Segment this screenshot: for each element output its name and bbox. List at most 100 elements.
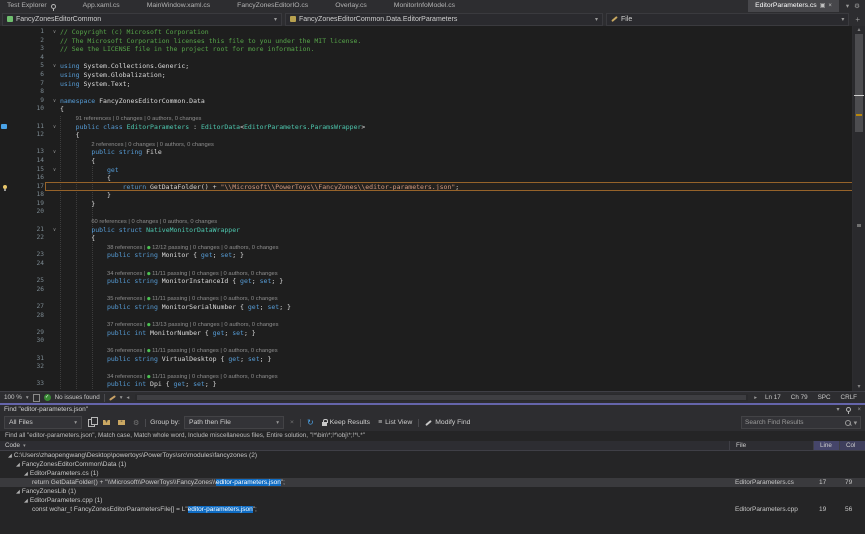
keep-results-button[interactable]: Keep Results [320,419,372,426]
test-marker-icon[interactable] [1,124,7,129]
type-dropdown[interactable]: FancyZonesEditorCommon.Data.EditorParame… [285,13,603,26]
fold-chevron-icon[interactable]: ∨ [49,226,60,235]
scroll-down-icon[interactable]: ▾ [853,383,865,391]
code-text: 60 references | 0 changes | 0 authors, 0… [60,217,853,226]
tree-expand-icon[interactable]: ◢ [24,498,28,504]
result-group-row[interactable]: ◢EditorParameters.cs (1) [0,469,865,478]
tab-test-explorer[interactable]: Test Explorer [0,0,63,12]
column-indicator[interactable]: Ch 79 [791,394,808,401]
spaces-indicator[interactable]: SPC [818,394,831,401]
search-find-results-input[interactable]: Search Find Results ▾ [741,416,861,429]
result-match-row[interactable]: const wchar_t FancyZonesEditorParameters… [0,505,865,514]
column-header-col[interactable]: Col [839,441,865,450]
close-icon[interactable]: × [828,3,832,9]
codelens-row[interactable]: 91 references | 0 changes | 0 authors, 0… [0,114,853,123]
tree-expand-icon[interactable]: ◢ [24,471,28,477]
code-text: public string Monitor { get; set; } [60,251,853,260]
codelens-row[interactable]: 37 references | ● 13/13 passing | 0 chan… [0,320,853,329]
tree-expand-icon[interactable]: ◢ [16,462,20,468]
column-header-line[interactable]: Line [813,441,839,450]
collapse-all-button[interactable]: - [116,420,127,425]
pin-window-icon[interactable] [846,407,851,412]
fold-chevron-icon[interactable]: ∨ [49,97,60,106]
modify-find-button[interactable]: Modify Find [423,419,472,426]
codelens-row[interactable]: 38 references | ● 12/12 passing | 0 chan… [0,243,853,252]
vertical-scrollbar[interactable]: ▴ ▾ [852,26,865,391]
codelens-row[interactable]: 60 references | 0 changes | 0 authors, 0… [0,217,853,226]
copy-results-button[interactable] [86,419,97,427]
issues-status[interactable]: No issues found [55,394,100,401]
line-ending-indicator[interactable]: CRLF [841,394,857,401]
tab-mainwindow-xaml-cs[interactable]: MainWindow.xaml.cs [140,0,217,12]
horizontal-scrollbar-thumb[interactable] [137,395,746,400]
close-window-icon[interactable]: × [857,407,861,413]
window-position-chevron-icon[interactable]: ▾ [836,406,839,413]
fold-chevron-icon[interactable]: ∨ [49,62,60,71]
column-header-file[interactable]: File [729,441,813,450]
scope-dropdown[interactable]: All Files ▾ [4,416,82,429]
tab-editorparameters-cs[interactable]: EditorParameters.cs ▣ × [748,0,839,12]
codelens-row[interactable]: 34 references | ● 11/11 passing | 0 chan… [0,372,853,381]
codelens-row[interactable]: 2 references | 0 changes | 0 authors, 0 … [0,140,853,149]
glyph-margin [0,355,10,364]
code-line-22: 22 { [0,234,853,243]
codelens-row[interactable]: 34 references | ● 11/11 passing | 0 chan… [0,269,853,278]
refresh-button[interactable]: ↻ [305,419,316,427]
document-health-icon[interactable] [33,394,40,402]
code-area[interactable]: 1∨// Copyright (c) Microsoft Corporation… [0,26,853,391]
horizontal-scrollbar[interactable] [135,394,748,401]
fold-chevron-icon[interactable]: ∨ [49,123,60,132]
tree-expand-icon[interactable]: ◢ [8,453,12,459]
chevron-down-icon[interactable]: ▾ [854,419,857,427]
tab-monitorinfomodel-cs[interactable]: MonitorInfoModel.cs [387,0,462,12]
result-file [729,451,813,460]
zoom-chevron-icon[interactable]: ▾ [26,395,29,401]
section-label: Code [5,442,20,449]
tab-overlay-cs[interactable]: Overlay.cs [328,0,374,12]
line-number: 4 [10,54,49,63]
scroll-up-icon[interactable]: ▴ [853,26,865,34]
result-group-row[interactable]: ◢EditorParameters.cpp (1) [0,496,865,505]
tab-fancyzoneseditorio-cs[interactable]: FancyZonesEditorIO.cs [230,0,315,12]
result-group-row[interactable]: ◢FancyZonesEditorCommon\Data (1) [0,460,865,469]
cleanup-chevron-icon[interactable]: ▾ [120,395,123,401]
line-number: 18 [10,191,49,200]
pin-icon[interactable] [51,4,56,9]
result-line [813,451,839,460]
scrollbar-thumb[interactable] [855,34,863,132]
lightbulb-icon[interactable] [3,185,7,189]
fold-chevron-icon[interactable]: ∨ [49,166,60,175]
tab-app-xaml-cs[interactable]: App.xaml.cs [76,0,127,12]
result-group-row[interactable]: ◢C:\Users\zhaopengwang\Desktop\powertoys… [0,451,865,460]
fold-chevron-icon[interactable]: ∨ [49,28,60,37]
member-dropdown[interactable]: File ▾ [606,13,849,26]
codelens-row[interactable]: 35 references | ● 11/11 passing | 0 chan… [0,294,853,303]
project-dropdown[interactable]: FancyZonesEditorCommon ▾ [2,13,282,26]
scroll-left-icon[interactable]: ◂ [127,395,130,401]
code-line-24: 24 [0,260,853,269]
fold-chevron-icon[interactable]: ∨ [49,148,60,157]
result-text: ◢FancyZonesLib (1) [0,487,729,496]
keep-open-icon[interactable]: ▣ [820,3,826,9]
list-view-button[interactable]: ≡ List View [376,419,414,426]
result-match-row[interactable]: return GetDataFolder() + "\\Microsoft\\P… [0,478,865,487]
split-window-icon[interactable]: + [852,15,863,24]
scroll-right-icon[interactable]: ▸ [754,395,757,401]
code-cleanup-broom-icon[interactable] [109,395,116,401]
code-line-27: 27 public string MonitorSerialNumber { g… [0,303,853,312]
result-col [839,460,865,469]
line-indicator[interactable]: Ln 17 [765,394,781,401]
document-list-chevron-icon[interactable]: ▾ [846,2,849,10]
find-results-titlebar[interactable]: Find "editor-parameters.json" ▾ × [0,405,865,414]
result-group-row[interactable]: ◢FancyZonesLib (1) [0,487,865,496]
tab-options-gear-icon[interactable]: ⚙ [854,2,860,10]
clear-results-icon[interactable]: × [288,419,296,426]
group-by-dropdown[interactable]: Path then File ▾ [184,416,284,429]
zoom-level[interactable]: 100 % [4,394,22,401]
tree-expand-icon[interactable]: ◢ [16,489,20,495]
section-tab-code[interactable]: Code ▾ [0,442,729,449]
codelens-row[interactable]: 36 references | ● 11/11 passing | 0 chan… [0,346,853,355]
expand-all-button[interactable]: + [101,420,112,425]
settings-button[interactable]: ⚙ [131,419,141,427]
code-text: namespace FancyZonesEditorCommon.Data [60,97,853,106]
